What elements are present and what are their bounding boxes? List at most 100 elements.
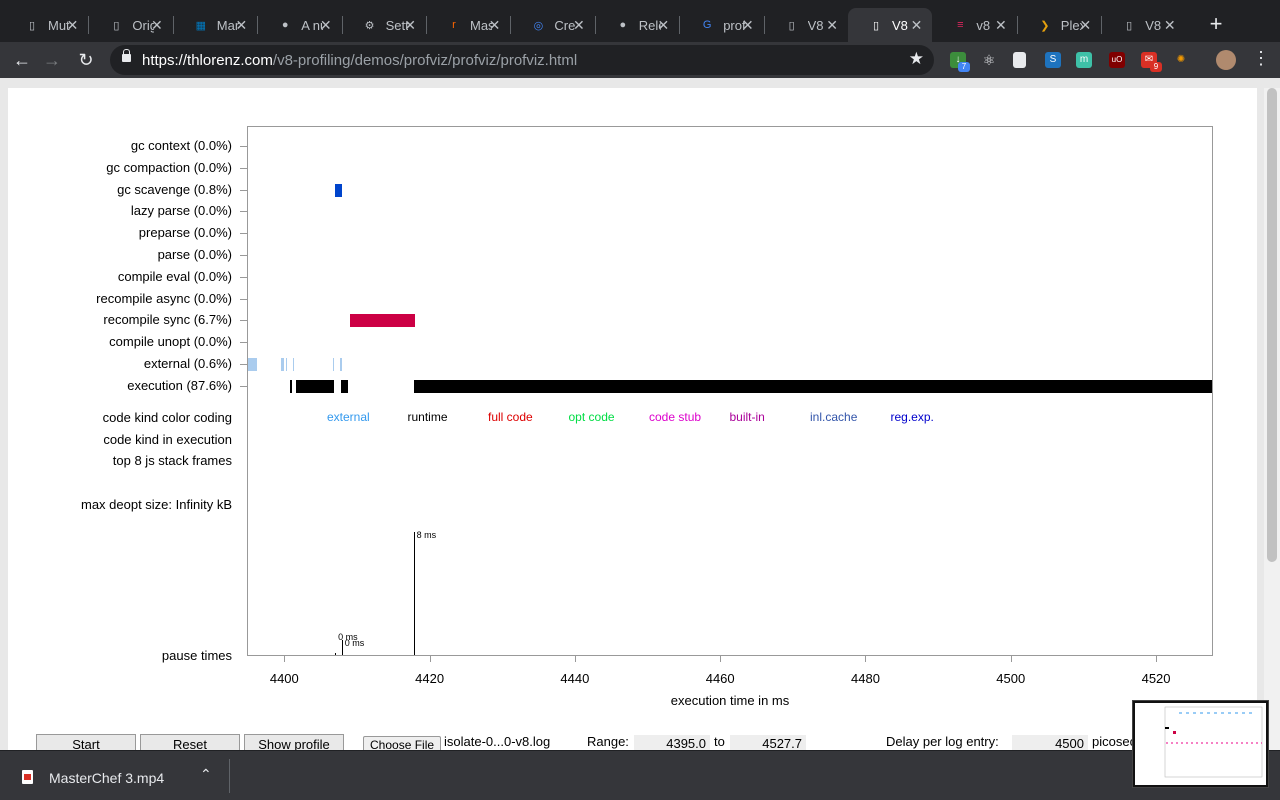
browser-tab[interactable]: ▯ V8 ✕ — [848, 8, 933, 42]
close-icon[interactable]: ✕ — [320, 17, 332, 34]
x-tick-label: 4480 — [851, 671, 880, 686]
document-extension-icon[interactable] — [1013, 52, 1026, 68]
rtve-icon: r — [452, 19, 456, 31]
tab-separator — [1101, 16, 1103, 34]
browser-tab[interactable]: r Mas ✕ — [426, 8, 510, 42]
m-extension-icon[interactable]: m — [1076, 52, 1092, 68]
forward-button[interactable]: → — [40, 48, 64, 72]
legend-item: opt code — [568, 410, 615, 424]
browser-menu-icon[interactable]: ⋮ — [1252, 48, 1270, 69]
timeline-bar — [253, 358, 258, 371]
row-label: recompile async (0.0%) — [96, 290, 232, 306]
browser-tab[interactable]: ▯ V8 ✕ — [1101, 8, 1185, 42]
browser-tab[interactable]: ≡ v8 ✕ — [932, 8, 1016, 42]
row-label: compile eval (0.0%) — [117, 268, 232, 284]
x-tick-label: 4460 — [705, 671, 735, 686]
trello-icon: ▦ — [195, 19, 206, 32]
start-button[interactable]: Start — [36, 734, 136, 750]
browser-tab[interactable]: ▯ V8 ✕ — [764, 8, 848, 42]
x-tick — [574, 656, 576, 662]
show-profile-button[interactable]: Show profile — [244, 734, 344, 750]
close-icon[interactable]: ✕ — [657, 17, 669, 34]
x-tick — [865, 656, 867, 662]
reload-button[interactable]: ↻ — [74, 48, 98, 72]
close-icon[interactable]: ✕ — [489, 17, 501, 34]
page-icon: ▯ — [113, 19, 120, 32]
close-icon[interactable]: ✕ — [1164, 17, 1176, 34]
close-icon[interactable]: ✕ — [1079, 17, 1091, 34]
x-tick — [429, 656, 431, 662]
profile-avatar[interactable] — [1216, 50, 1236, 70]
new-tab-button[interactable]: + — [1204, 10, 1228, 38]
s-extension-icon[interactable]: S — [1045, 52, 1061, 68]
fox-extension-icon[interactable]: ✺ — [1173, 52, 1189, 68]
back-button[interactable]: ← — [10, 48, 34, 72]
y-tick — [240, 146, 247, 147]
browser-tab[interactable]: ▦ Mar ✕ — [173, 8, 257, 42]
google-icon: G — [702, 19, 712, 31]
close-icon[interactable]: ✕ — [573, 17, 585, 34]
browser-tab[interactable]: Gprof ✕ — [679, 8, 763, 42]
bookmark-star-icon[interactable]: ★ — [909, 49, 924, 69]
page-scrollbar[interactable] — [1264, 88, 1280, 750]
scrollbar-thumb[interactable] — [1267, 88, 1277, 562]
close-icon[interactable]: ✕ — [995, 17, 1007, 34]
tab-separator — [1016, 16, 1018, 34]
browser-tab[interactable]: ❯Plex✕ — [1017, 8, 1101, 42]
timeline-bar — [293, 358, 295, 371]
choose-file-button[interactable]: Choose File — [363, 736, 442, 750]
y-tick — [240, 298, 247, 300]
browser-tab[interactable]: ⚙Setti✕ — [342, 8, 426, 42]
github-icon: ● — [281, 19, 289, 31]
tab-separator — [257, 16, 259, 34]
range-to-input[interactable]: 4527.7 — [730, 735, 806, 750]
tab-separator — [341, 16, 343, 34]
close-icon[interactable]: ✕ — [235, 17, 247, 34]
delay-input[interactable]: 4500 — [1012, 735, 1088, 750]
browser-tab[interactable]: ●Rele✕ — [595, 8, 679, 42]
file-name: isolate-0...0-v8.log — [444, 734, 551, 749]
timeline-bar — [340, 358, 342, 371]
timeline-bar — [281, 358, 285, 371]
x-tick-label: 4400 — [269, 671, 299, 686]
y-tick — [240, 364, 247, 365]
browser-toolbar: ← → ↻ https://thlorenz.com/v8-profiling/… — [0, 42, 1280, 78]
download-item-name[interactable]: MasterChef 3.mp4 — [49, 770, 164, 786]
row-label: max deopt size: Infinity kB — [80, 497, 232, 512]
x-tick — [284, 656, 286, 662]
close-icon[interactable]: ✕ — [742, 17, 754, 34]
x-tick — [1010, 656, 1012, 662]
address-bar[interactable]: https://thlorenz.com/v8-profiling/demos/… — [110, 45, 934, 75]
close-icon[interactable]: ✕ — [826, 17, 838, 34]
x-tick-label: 4500 — [996, 671, 1026, 686]
tab-separator — [763, 16, 765, 34]
gmail-badge: 9 — [1150, 62, 1162, 72]
close-icon[interactable]: ✕ — [404, 17, 416, 34]
range-from-input[interactable]: 4395.0 — [634, 735, 710, 750]
x-tick — [720, 656, 722, 662]
close-icon[interactable]: ✕ — [67, 17, 79, 34]
row-label: gc scavenge (0.8%) — [117, 181, 232, 197]
legend-item: code stub — [649, 410, 702, 424]
x-tick-label: 4440 — [560, 671, 590, 686]
reset-button[interactable]: Reset — [140, 734, 240, 750]
browser-tab[interactable]: ●A nu✕ — [257, 8, 341, 42]
picture-in-picture-thumbnail[interactable] — [1133, 701, 1268, 787]
tab-separator — [426, 16, 427, 34]
chevron-up-icon[interactable]: ⌃ — [200, 766, 212, 783]
react-devtools-icon[interactable]: ⚛ — [981, 52, 997, 68]
close-icon[interactable]: ✕ — [151, 17, 163, 34]
ublock-icon[interactable]: uO — [1109, 52, 1125, 68]
browser-tab[interactable]: ▯ Mut ✕ — [4, 8, 88, 42]
extension-badge: 7 — [958, 62, 970, 72]
browser-tab[interactable]: ◎ Cre ✕ — [510, 8, 594, 42]
timeline-bar — [332, 358, 335, 371]
timeline-bar — [414, 379, 1212, 393]
legend-item: external — [327, 410, 370, 424]
tab-separator — [510, 16, 512, 34]
y-tick — [240, 342, 247, 344]
browser-tab[interactable]: ▯ Orig ✕ — [88, 8, 172, 42]
lock-icon — [122, 49, 131, 62]
close-icon[interactable]: ✕ — [911, 17, 923, 34]
y-tick — [240, 320, 247, 322]
